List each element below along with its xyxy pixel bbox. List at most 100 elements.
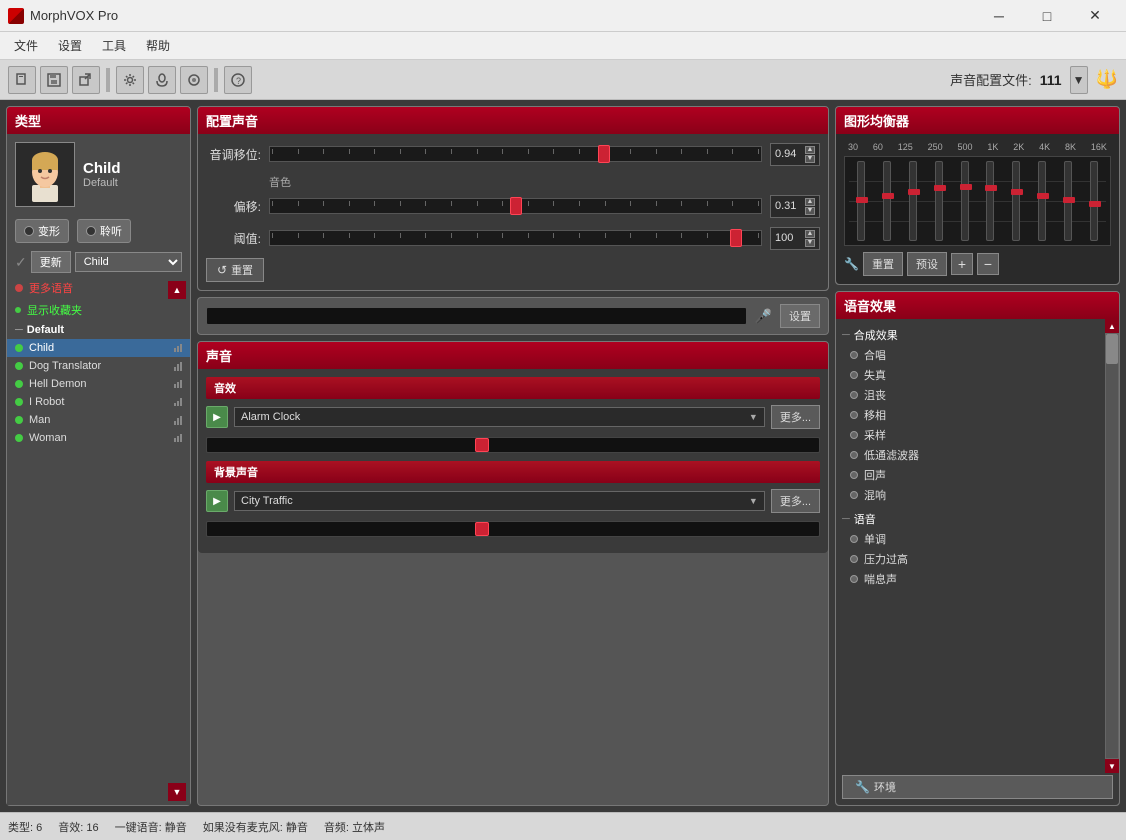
eq-slider-0[interactable] (857, 161, 865, 241)
effect-flanger[interactable]: 沮丧 (842, 385, 1097, 405)
pitch-up[interactable]: ▲ (805, 146, 815, 154)
voice-list-scroll-down[interactable]: ▼ (168, 783, 186, 801)
bias-down[interactable]: ▼ (805, 207, 815, 215)
toolbar-btn-export[interactable] (72, 66, 100, 94)
toolbar: ? 声音配置文件: 111 ▼ 🔱 (0, 60, 1126, 100)
toolbar-btn-file[interactable] (8, 66, 36, 94)
list-item-favorites[interactable]: 显示收藏夹 (7, 299, 190, 321)
bias-up[interactable]: ▲ (805, 198, 815, 206)
sfx-volume-slider[interactable] (206, 437, 820, 453)
effect-breathe[interactable]: 喘息声 (842, 569, 1097, 589)
profile-dropdown-btn[interactable]: ▼ (1070, 66, 1088, 94)
eq-slider-3[interactable] (935, 161, 943, 241)
threshold-slider-container[interactable] (269, 226, 762, 250)
pitch-slider-container[interactable] (269, 142, 762, 166)
voice-name: Child (83, 160, 182, 177)
eq-bar-2[interactable] (901, 161, 925, 241)
minimize-button[interactable]: ─ (976, 0, 1022, 32)
bg-volume-slider[interactable] (206, 521, 820, 537)
bg-play-button[interactable]: ▶ (206, 490, 228, 512)
sfx-play-button[interactable]: ▶ (206, 406, 228, 428)
maximize-button[interactable]: □ (1024, 0, 1070, 32)
list-item-hell[interactable]: Hell Demon (7, 375, 190, 393)
eq-slider-1[interactable] (883, 161, 891, 241)
effect-sample[interactable]: 采样 (842, 425, 1097, 445)
threshold-up[interactable]: ▲ (805, 230, 815, 238)
bg-more-button[interactable]: 更多... (771, 489, 820, 513)
effect-lowpass[interactable]: 低通滤波器 (842, 445, 1097, 465)
eq-slider-7[interactable] (1038, 161, 1046, 241)
list-item-more-voices[interactable]: 更多语音 (7, 277, 190, 299)
effect-monotone[interactable]: 单调 (842, 529, 1097, 549)
menu-tools[interactable]: 工具 (92, 33, 136, 58)
toolbar-btn-voice[interactable] (148, 66, 176, 94)
status-no-mic: 如果没有麦克风: 静音 (203, 819, 308, 835)
toolbar-btn-record[interactable] (180, 66, 208, 94)
eq-bar-9[interactable] (1082, 161, 1106, 241)
eq-bar-4[interactable] (953, 161, 977, 241)
bg-dropdown[interactable]: City Traffic ▼ (234, 491, 765, 511)
list-item-man[interactable]: Man (7, 411, 190, 429)
threshold-slider-thumb[interactable] (730, 229, 742, 247)
eq-bar-7[interactable] (1030, 161, 1054, 241)
effect-reverb[interactable]: 混响 (842, 485, 1097, 505)
effect-echo[interactable]: 回声 (842, 465, 1097, 485)
eq-bar-8[interactable] (1056, 161, 1080, 241)
bias-slider-container[interactable] (269, 194, 762, 218)
eq-slider-8[interactable] (1064, 161, 1072, 241)
eq-bar-3[interactable] (927, 161, 951, 241)
sfx-volume-thumb[interactable] (475, 438, 489, 452)
eq-slider-9[interactable] (1090, 161, 1098, 241)
bg-volume-thumb[interactable] (475, 522, 489, 536)
eq-bar-0[interactable] (849, 161, 873, 241)
bias-slider-thumb[interactable] (510, 197, 522, 215)
eq-slider-5[interactable] (986, 161, 994, 241)
list-item-robot[interactable]: I Robot (7, 393, 190, 411)
sfx-dropdown[interactable]: Alarm Clock ▼ (234, 407, 765, 427)
menu-settings[interactable]: 设置 (48, 33, 92, 58)
pitch-spinners: ▲ ▼ (805, 146, 815, 163)
toolbar-btn-help[interactable]: ? (224, 66, 252, 94)
eq-slider-6[interactable] (1012, 161, 1020, 241)
voice-type-dropdown[interactable]: Child Man Woman (75, 252, 182, 272)
update-button[interactable]: 更新 (31, 251, 71, 273)
eq-bar-5[interactable] (979, 161, 1003, 241)
threshold-down[interactable]: ▼ (805, 239, 815, 247)
eq-slider-4[interactable] (961, 161, 969, 241)
config-reset-button[interactable]: ↺ 重置 (206, 258, 264, 282)
effect-distortion[interactable]: 失真 (842, 365, 1097, 385)
pitch-slider-thumb[interactable] (598, 145, 610, 163)
toolbar-btn-save[interactable] (40, 66, 68, 94)
bg-row: ▶ City Traffic ▼ 更多... (206, 489, 820, 513)
list-item-dog[interactable]: Dog Translator (7, 357, 190, 375)
menu-file[interactable]: 文件 (4, 33, 48, 58)
list-item-folder-default[interactable]: ─ Default (7, 321, 190, 339)
toolbar-btn-settings[interactable] (116, 66, 144, 94)
close-button[interactable]: ✕ (1072, 0, 1118, 32)
voice-list-container: 更多语音 显示收藏夹 ─ Default Child (7, 277, 190, 805)
sfx-more-button[interactable]: 更多... (771, 405, 820, 429)
eq-reset-button[interactable]: 重置 (863, 252, 903, 276)
list-item-child[interactable]: Child (7, 339, 190, 357)
effect-phaser[interactable]: 移相 (842, 405, 1097, 425)
eq-remove-button[interactable]: − (977, 253, 999, 275)
eq-bar-6[interactable] (1004, 161, 1028, 241)
synthesis-collapse-icon[interactable]: ─ (842, 329, 850, 341)
effects-scroll-down[interactable]: ▼ (1105, 759, 1119, 773)
voice-list-scroll-up[interactable]: ▲ (168, 281, 186, 299)
effects-scroll-up[interactable]: ▲ (1105, 319, 1119, 333)
eq-preset-button[interactable]: 预设 (907, 252, 947, 276)
audio-settings-button[interactable]: 设置 (780, 304, 820, 328)
environment-button[interactable]: 🔧 环境 (842, 775, 1113, 799)
morph-button[interactable]: 变形 (15, 219, 69, 243)
list-item-woman[interactable]: Woman (7, 429, 190, 447)
effect-pressure[interactable]: 压力过高 (842, 549, 1097, 569)
pitch-down[interactable]: ▼ (805, 155, 815, 163)
effect-chorus[interactable]: 合唱 (842, 345, 1097, 365)
eq-add-button[interactable]: + (951, 253, 973, 275)
listen-button[interactable]: 聆听 (77, 219, 131, 243)
eq-bar-1[interactable] (875, 161, 899, 241)
eq-slider-2[interactable] (909, 161, 917, 241)
voice-collapse-icon[interactable]: ─ (842, 513, 850, 525)
menu-help[interactable]: 帮助 (136, 33, 180, 58)
